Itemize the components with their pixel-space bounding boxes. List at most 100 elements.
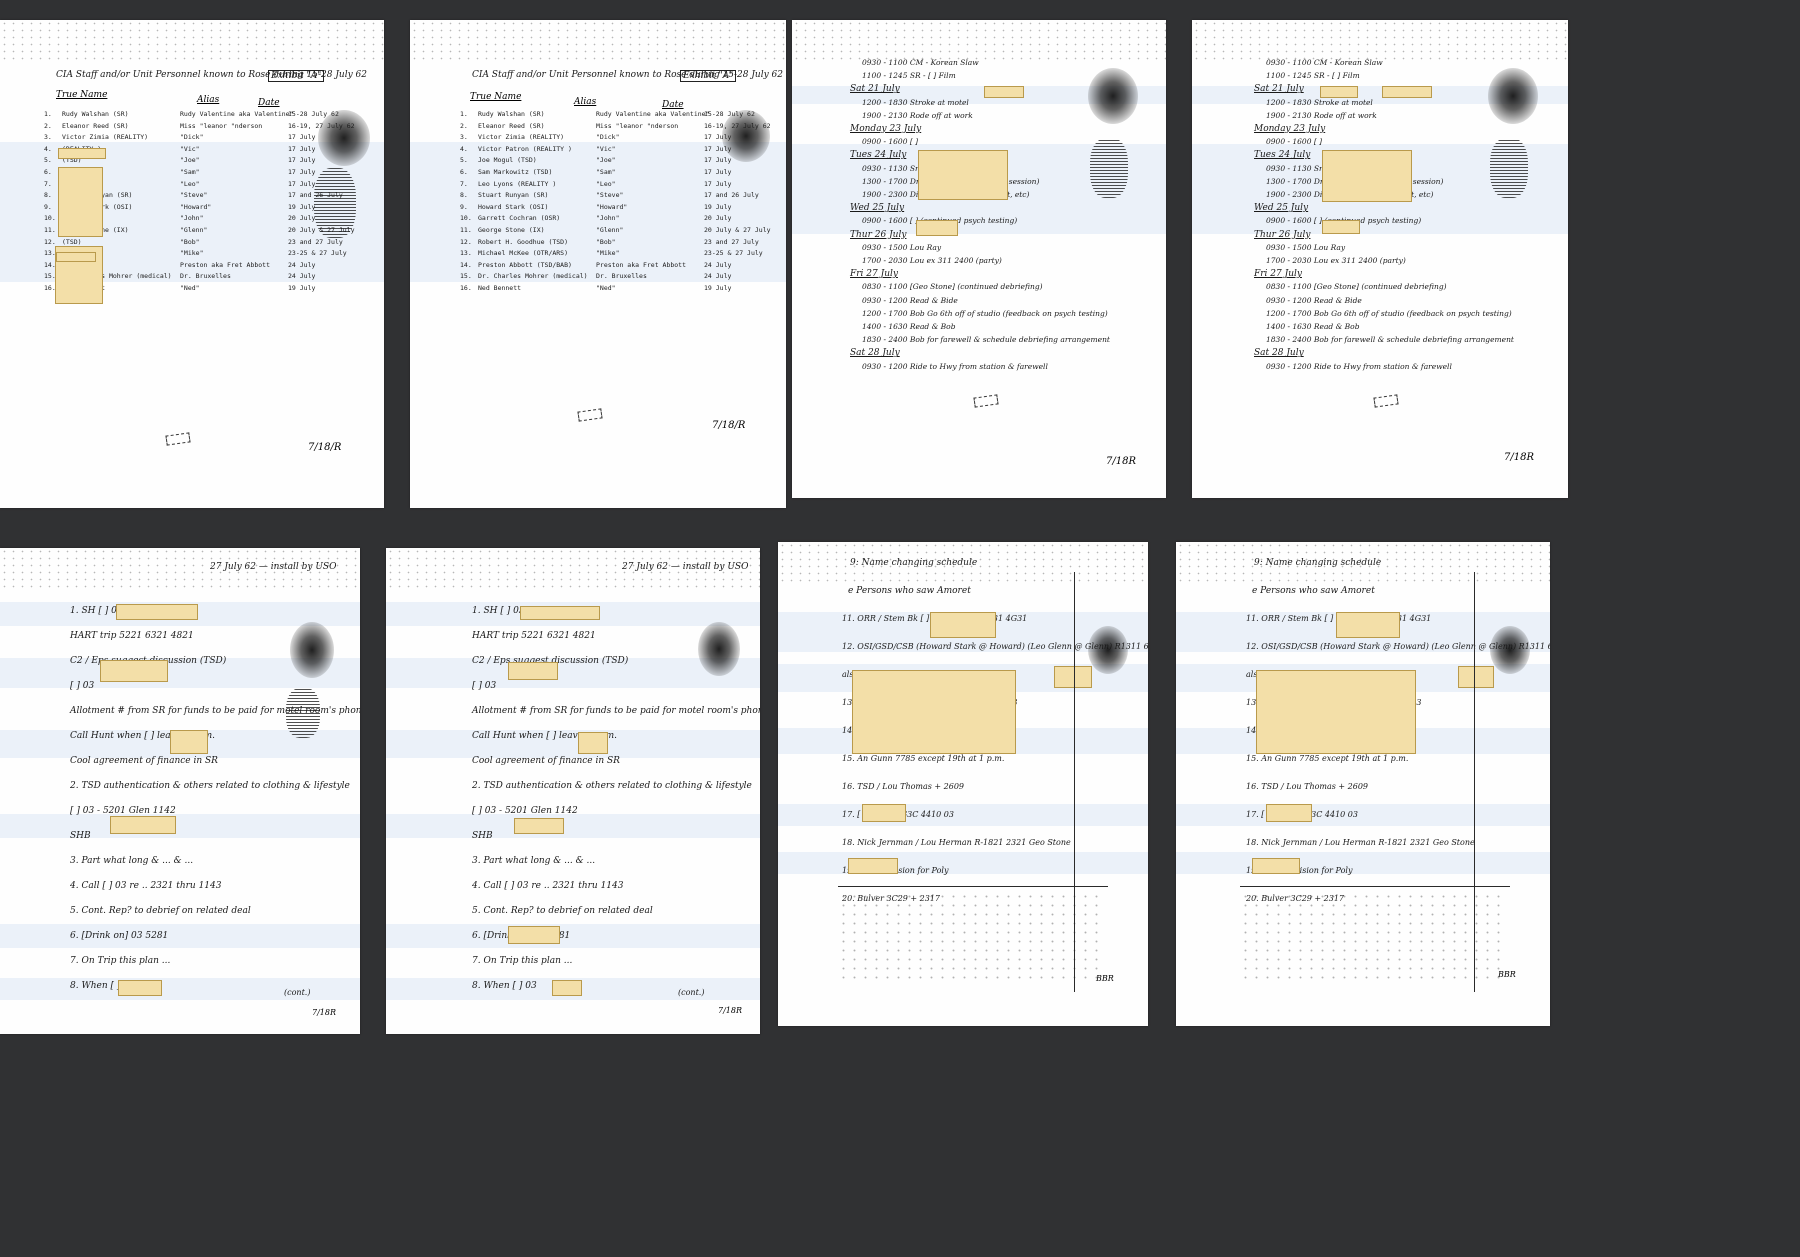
continued-note: (cont.) bbox=[678, 988, 705, 997]
page-header: 9: Name changing schedule bbox=[850, 558, 978, 568]
true-name: Dr. Charles Mohrer (medical) bbox=[478, 272, 588, 281]
schedule-line: 1200 - 1830 Stroke at motel bbox=[1266, 97, 1373, 107]
page-2-redacted: 0930 - 1100 CM - Korean Slaw 1100 - 1245 … bbox=[792, 20, 1166, 498]
day-heading: Monday 23 July bbox=[1254, 124, 1326, 134]
alias-name: "Glenn" bbox=[180, 226, 208, 234]
alias-name: "Sam" bbox=[596, 168, 616, 176]
doc-title: CIA Staff and/or Unit Personnel known to… bbox=[472, 70, 784, 80]
schedule-line: 1200 - 1830 Stroke at motel bbox=[862, 97, 969, 107]
schedule-line: 0830 - 1100 [Geo Stone] (continued debri… bbox=[862, 282, 1043, 292]
alias-name: "Steve" bbox=[180, 191, 208, 200]
schedule-line: 1400 - 1630 Read & Bob bbox=[1266, 322, 1360, 331]
date-value: 19 July bbox=[704, 202, 732, 211]
row-number: 15. bbox=[460, 272, 472, 281]
note-line: 18. Nick Jernman / Lou Herman R-1821 232… bbox=[1246, 838, 1475, 847]
stamp-mark bbox=[1373, 394, 1399, 408]
footer-initials: 7/18R bbox=[312, 1008, 336, 1017]
redaction bbox=[930, 612, 996, 638]
row-number: 3. bbox=[460, 133, 468, 142]
ink-blot bbox=[1490, 626, 1530, 674]
note-line: Cool agreement of finance in SR bbox=[472, 756, 620, 766]
footer-initials: 7/18/R bbox=[308, 442, 342, 453]
day-heading: Sat 21 July bbox=[1254, 84, 1304, 95]
note-line: 8. When [ ] 03 bbox=[472, 981, 537, 991]
alias-name: "Bob" bbox=[596, 237, 616, 246]
table-row: 15. Dr. Charles Mohrer (medical) Dr. Bruxe… bbox=[460, 272, 731, 280]
ink-blot bbox=[1488, 68, 1538, 124]
alias-name: Rudy Valentine aka Valentine" bbox=[596, 110, 710, 118]
alias-name: "Bob" bbox=[180, 237, 200, 246]
schedule-line: 0900 - 1600 [ ] bbox=[862, 137, 919, 147]
redaction bbox=[58, 148, 106, 159]
ink-blot bbox=[318, 110, 370, 166]
alias-name: Preston aka Fret Abbott bbox=[596, 260, 687, 269]
true-name: Victor Zimia (REALITY) bbox=[478, 133, 565, 142]
col-alias: Alias bbox=[574, 97, 597, 107]
redaction bbox=[118, 980, 162, 996]
date-value: 17 July bbox=[288, 133, 316, 142]
stamp-mark bbox=[165, 432, 191, 446]
schedule-line: 1830 - 2400 Bob for farewell & schedule … bbox=[1266, 335, 1514, 345]
redaction bbox=[56, 252, 96, 262]
row-number: 13. bbox=[460, 249, 472, 258]
highlighted-name bbox=[508, 926, 560, 944]
row-number: 5. bbox=[460, 156, 468, 165]
redaction bbox=[918, 150, 1008, 200]
table-row: 6. Sam Markowitz (TSD) "Sam" 17 July bbox=[460, 168, 731, 176]
alias-name: "Sam" bbox=[180, 168, 200, 176]
true-name: George Stone (IX) bbox=[478, 226, 545, 234]
true-name: Rudy Walshan (SR) bbox=[62, 110, 129, 118]
alias-name: "Ned" bbox=[596, 284, 616, 292]
alias-name: Dr. Bruxelles bbox=[180, 272, 231, 281]
table-row: 3. Victor Zimia (REALITY) "Dick" 17 July bbox=[44, 133, 315, 141]
footer-initials: 7/18R bbox=[1504, 452, 1534, 463]
row-number: 1. bbox=[44, 110, 52, 118]
note-line: 2. TSD authentication & others related t… bbox=[70, 781, 350, 791]
schedule-grid bbox=[1240, 892, 1500, 982]
schedule-line: 1200 - 1700 Bob Go 6th off of studio (fe… bbox=[1266, 308, 1512, 318]
date-value: 20 July & 27 July bbox=[704, 226, 771, 234]
day-heading: Thur 26 July bbox=[1254, 229, 1311, 240]
table-row: 3. Victor Zimia (REALITY) "Dick" 17 July bbox=[460, 133, 731, 141]
date-value: 23 and 27 July bbox=[288, 237, 343, 246]
date-value: 17 July bbox=[288, 179, 316, 188]
table-row: 4. Victor Patron (REALITY ) "Vic" 17 July bbox=[460, 145, 731, 153]
redaction bbox=[170, 730, 208, 754]
page-subheader: e Persons who saw Amoret bbox=[1252, 586, 1375, 596]
row-number: 8. bbox=[460, 191, 468, 200]
redaction bbox=[852, 670, 1016, 754]
day-heading: Sat 28 July bbox=[1254, 348, 1304, 359]
row-number: 11. bbox=[460, 226, 472, 234]
day-heading: Wed 25 July bbox=[1254, 203, 1309, 214]
schedule-line: 0930 - 1100 CM - Korean Slaw bbox=[862, 58, 979, 67]
ink-blot bbox=[698, 622, 740, 676]
note-line: 2. TSD authentication & others related t… bbox=[472, 781, 752, 791]
row-number: 16. bbox=[460, 284, 472, 292]
ink-smear bbox=[1490, 138, 1528, 198]
alias-name: "Joe" bbox=[596, 156, 616, 165]
schedule-line: 0930 - 1200 Read & Bide bbox=[862, 295, 958, 305]
date-value: 17 July bbox=[288, 168, 316, 176]
schedule-line: 0930 - 1200 Ride to Hwy from station & f… bbox=[1266, 361, 1452, 371]
row-number: 12. bbox=[460, 237, 472, 246]
page-header: 27 July 62 — install by USO bbox=[622, 562, 749, 572]
row-number: 1. bbox=[460, 110, 468, 118]
date-value: 24 July bbox=[704, 260, 732, 269]
alias-name: "Mike" bbox=[180, 249, 204, 258]
date-value: 17 July bbox=[288, 144, 316, 153]
alias-name: Miss "leanor "nderson bbox=[180, 121, 263, 130]
row-number: 4. bbox=[460, 144, 468, 153]
table-row: 11. George Stone (IX) "Glenn" 20 July & 27 … bbox=[460, 226, 771, 234]
true-name: Joe Mogul (TSD) bbox=[478, 156, 537, 165]
note-line: 3. Part what long & ... & ... bbox=[70, 856, 194, 866]
note-line: 7. On Trip this plan ... bbox=[70, 956, 171, 966]
note-line: Cool agreement of finance in SR bbox=[70, 756, 218, 766]
table-row: 12. (TSD) "Bob" 23 and 27 July bbox=[44, 238, 343, 246]
row-number: 7. bbox=[460, 179, 468, 188]
page-1-unredacted: CIA Staff and/or Unit Personnel known to… bbox=[410, 20, 786, 508]
note-line: [ ] 03 - 5201 Glen 1142 bbox=[70, 806, 176, 816]
footer-initials: BBR bbox=[1096, 974, 1114, 983]
highlighted-name bbox=[1458, 666, 1494, 688]
alias-name: "Howard" bbox=[180, 202, 212, 211]
day-heading: Thur 26 July bbox=[850, 229, 907, 240]
